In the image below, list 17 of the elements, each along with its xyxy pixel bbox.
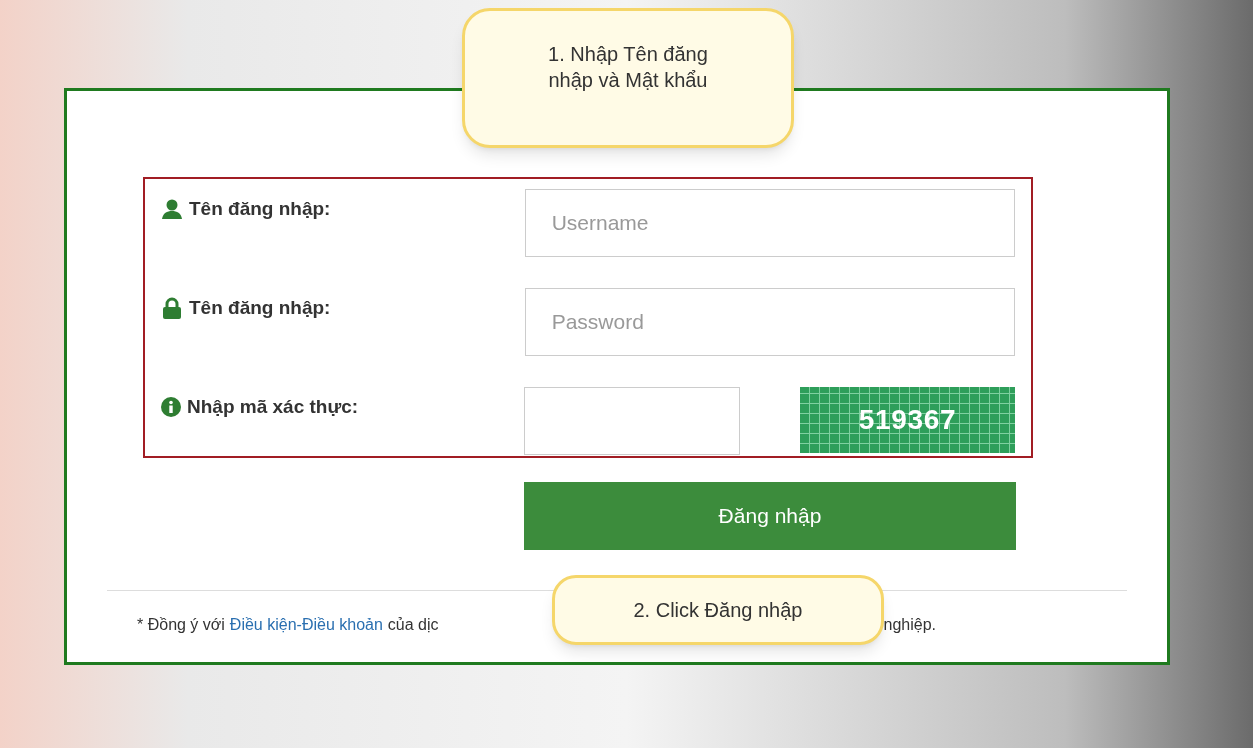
username-field[interactable]: Username bbox=[524, 189, 1015, 257]
footer-text: nghiệp. bbox=[883, 615, 937, 635]
callout-bubble: 2. Click Đăng nhập bbox=[552, 575, 884, 645]
captcha-input-field[interactable] bbox=[524, 387, 741, 455]
field-label: Tên đăng nhập: bbox=[189, 296, 331, 320]
lock-icon bbox=[161, 297, 183, 320]
info-icon bbox=[161, 397, 181, 418]
field-label: Nhập mã xác thực: bbox=[187, 395, 359, 419]
callout-bubble: 1. Nhập Tên đăng nhập và Mật khẩu bbox=[462, 8, 794, 148]
login-button[interactable]: Đăng nhập bbox=[524, 482, 1016, 550]
captcha-image: 519367 bbox=[800, 387, 1015, 453]
user-icon bbox=[161, 198, 183, 221]
footer-text: của dịc bbox=[387, 615, 439, 635]
field-label: Tên đăng nhập: bbox=[189, 197, 331, 221]
terms-link[interactable]: Điều kiện-Điều khoản bbox=[229, 613, 383, 637]
footer-text: * Đồng ý với bbox=[137, 615, 225, 635]
password-field[interactable]: Password bbox=[524, 288, 1015, 356]
